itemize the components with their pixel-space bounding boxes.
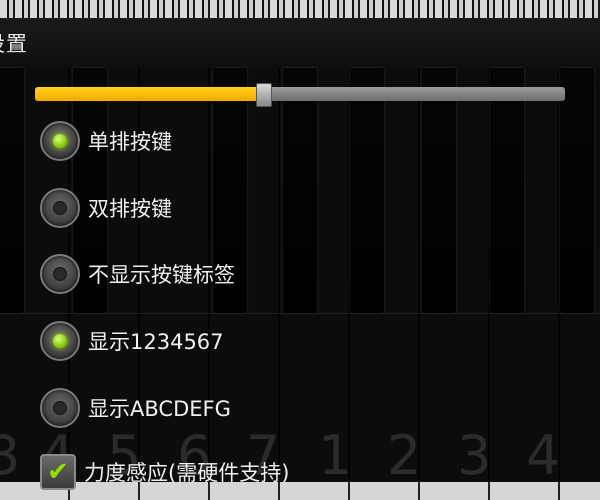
- radio-button-icon[interactable]: [40, 188, 80, 228]
- radio-dot: [53, 334, 67, 348]
- slider-fill: [35, 87, 263, 101]
- key-number: 1: [318, 424, 353, 487]
- key-number: 3: [0, 424, 21, 487]
- option-velocity-sensing[interactable]: ✔ 力度感应(需硬件支持): [40, 450, 289, 494]
- radio-button-icon[interactable]: [40, 321, 80, 361]
- option-show-letters[interactable]: 显示ABCDEFG: [40, 386, 231, 430]
- key-number: 3: [457, 424, 492, 487]
- black-key: [422, 68, 456, 313]
- option-single-row-keys[interactable]: 单排按键: [40, 119, 172, 163]
- black-key: [0, 68, 24, 313]
- black-key: [560, 68, 594, 313]
- option-label: 不显示按键标签: [88, 263, 235, 287]
- page-title: 设置: [0, 32, 28, 56]
- option-show-numbers[interactable]: 显示1234567: [40, 319, 224, 363]
- radio-dot: [53, 201, 67, 215]
- key-number: 4: [526, 424, 561, 487]
- option-label: 单排按键: [88, 130, 172, 154]
- black-key: [490, 68, 524, 313]
- radio-dot: [53, 134, 67, 148]
- radio-button-icon[interactable]: [40, 388, 80, 428]
- piano-keyboard-strip: [0, 0, 600, 19]
- option-hide-key-labels[interactable]: 不显示按键标签: [40, 252, 235, 296]
- slider-thumb[interactable]: [255, 83, 272, 107]
- black-key: [283, 68, 317, 313]
- title-bar: [0, 18, 600, 68]
- radio-dot: [53, 401, 67, 415]
- option-label: 显示ABCDEFG: [88, 397, 231, 421]
- black-key: [350, 68, 384, 313]
- radio-button-icon[interactable]: [40, 121, 80, 161]
- divider: [0, 313, 600, 314]
- option-label: 显示1234567: [88, 330, 224, 354]
- size-slider[interactable]: [35, 83, 565, 107]
- option-label: 双排按键: [88, 197, 172, 221]
- radio-button-icon[interactable]: [40, 254, 80, 294]
- key-number: 2: [387, 424, 422, 487]
- option-label: 力度感应(需硬件支持): [84, 461, 290, 485]
- check-mark-icon: ✔: [47, 457, 69, 487]
- option-double-row-keys[interactable]: 双排按键: [40, 186, 172, 230]
- radio-dot: [53, 267, 67, 281]
- checkbox[interactable]: ✔: [40, 454, 76, 490]
